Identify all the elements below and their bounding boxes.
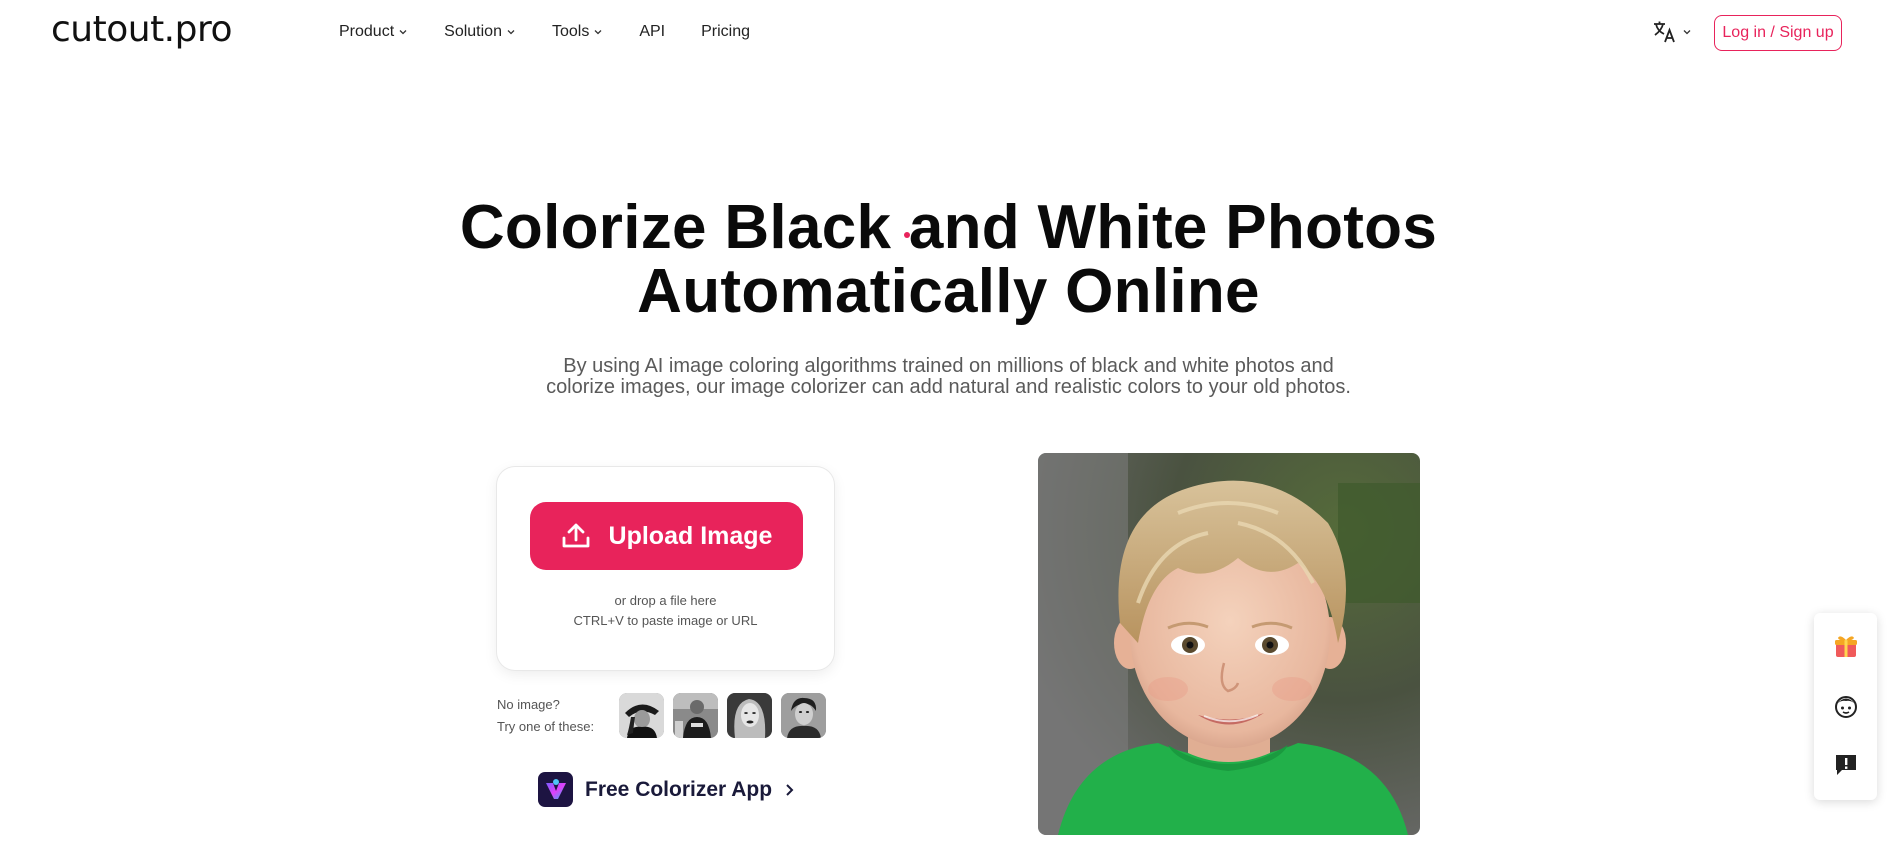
nav-pricing[interactable]: Pricing	[701, 20, 750, 44]
app-logo-icon	[538, 772, 573, 807]
nav-product-label: Product	[339, 23, 395, 40]
page-subtitle: By using AI image coloring algorithms tr…	[500, 356, 1397, 398]
page-title-line-2: Automatically Online	[637, 257, 1260, 326]
gift-button[interactable]	[1831, 631, 1861, 661]
page-subtitle-line-1: By using AI image coloring algorithms tr…	[563, 355, 1334, 377]
nav-pricing-label: Pricing	[701, 23, 751, 40]
support-chat-button[interactable]	[1831, 691, 1861, 721]
nav-tools-label: Tools	[551, 23, 590, 40]
drop-hint-text: or drop a file here	[614, 593, 717, 608]
language-selector[interactable]	[1652, 19, 1692, 45]
sample-image-1[interactable]	[619, 693, 664, 738]
app-link-label: Free Colorizer App	[585, 777, 773, 801]
sample-prompt-line-2: Try one of these:	[497, 719, 595, 734]
colorized-example-image	[1038, 453, 1420, 835]
sample-prompt-line-1: No image?	[497, 697, 560, 712]
chevron-down-icon	[507, 30, 515, 35]
support-avatar-icon	[1835, 696, 1857, 718]
chevron-down-icon	[1683, 30, 1691, 35]
upload-dropzone[interactable]: Upload Image or drop a file here CTRL+V …	[497, 467, 834, 670]
free-colorizer-app-link[interactable]: Free Colorizer App	[538, 772, 796, 807]
sample-images	[619, 693, 826, 738]
floating-action-bar	[1814, 613, 1877, 800]
chevron-down-icon	[399, 30, 407, 35]
page-subtitle-line-2: colorize images, our image colorizer can…	[546, 376, 1351, 398]
gift-icon	[1835, 636, 1857, 657]
sample-image-2[interactable]	[673, 693, 718, 738]
main-nav: Product Solution Tools API Pricing	[339, 20, 786, 44]
sample-image-3[interactable]	[727, 693, 772, 738]
drop-hint: or drop a file here CTRL+V to paste imag…	[497, 591, 834, 631]
sample-prompt: No image? Try one of these:	[497, 694, 594, 738]
nav-product[interactable]: Product	[339, 20, 408, 44]
site-logo[interactable]: cutout.pro	[51, 6, 233, 54]
feedback-button[interactable]	[1831, 750, 1861, 780]
login-signup-button[interactable]: Log in / Sign up	[1714, 15, 1842, 51]
upload-image-button[interactable]: Upload Image	[530, 502, 803, 570]
translate-icon	[1654, 21, 1675, 43]
sample-image-4[interactable]	[781, 693, 826, 738]
page-title-line-1: Colorize Black and White Photos	[459, 193, 1438, 262]
cursor-dot	[904, 232, 910, 238]
nav-solution-label: Solution	[444, 23, 502, 40]
feedback-icon	[1836, 755, 1856, 775]
page-title: Colorize Black and White Photos Automati…	[0, 196, 1897, 324]
nav-solution[interactable]: Solution	[444, 20, 516, 44]
nav-tools[interactable]: Tools	[552, 20, 603, 44]
site-header: cutout.pro Product Solution Tools API Pr…	[0, 0, 1897, 66]
chevron-right-icon	[786, 783, 794, 796]
nav-api[interactable]: API	[639, 20, 665, 44]
upload-image-label: Upload Image	[608, 521, 773, 550]
chevron-down-icon	[594, 30, 602, 35]
upload-icon	[562, 523, 589, 548]
paste-hint-text: CTRL+V to paste image or URL	[573, 613, 758, 628]
nav-api-label: API	[639, 23, 666, 40]
